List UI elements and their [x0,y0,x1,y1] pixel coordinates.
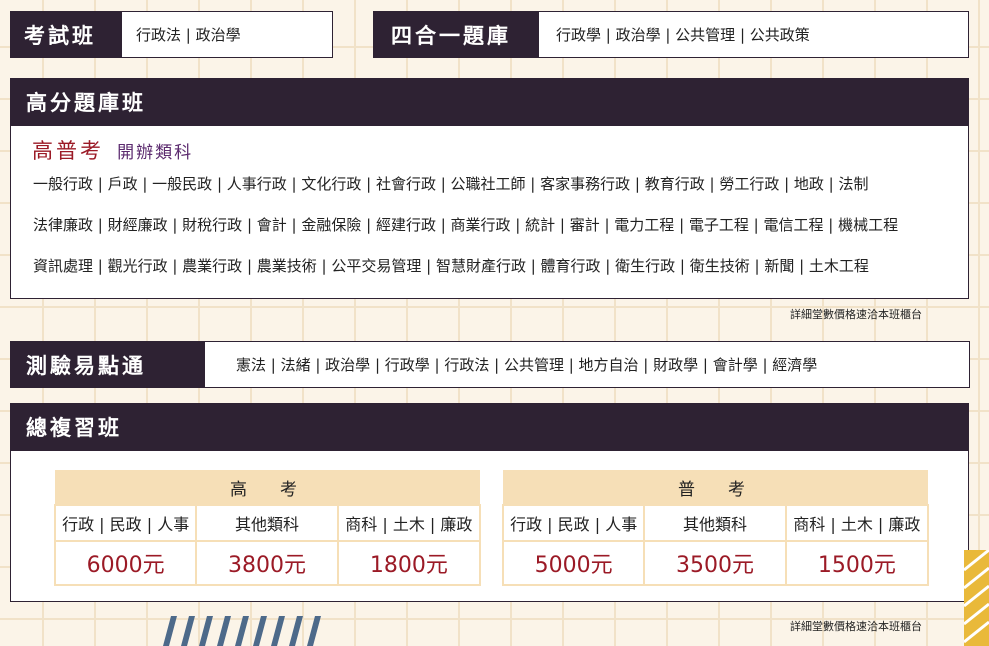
review-title: 總複習班 [10,403,969,451]
quiz-subjects: 憲法 | 法緒 | 政治學 | 行政學 | 行政法 | 公共管理 | 地方自治 … [236,356,818,374]
general-price-2: 3500元 [643,540,787,586]
high-col-3: 商科 | 土木 | 廉政 [336,504,482,542]
general-col-3: 商科 | 土木 | 廉政 [784,504,930,542]
four-in-one-label: 四合一題庫 [373,11,539,58]
stripe-decoration-corner [964,550,989,646]
general-col-1: 行政 | 民政 | 人事 [501,504,646,542]
exam-heading: 高普考 開辦類科 [32,135,193,165]
general-exam-table: 普 考 行政 | 民政 | 人事 其他類科 商科 | 土木 | 廉政 5000元… [501,470,930,586]
high-price-1: 6000元 [53,540,198,586]
category-line-3: 資訊處理 | 觀光行政 | 農業行政 | 農業技術 | 公平交易管理 | 智慧財… [33,257,869,275]
exam-subtitle: 開辦類科 [117,143,194,163]
high-score-note: 詳細堂數價格速洽本班櫃台 [790,308,922,321]
four-in-one-subjects: 行政學 | 政治學 | 公共管理 | 公共政策 [556,26,810,44]
stripe-decoration-bottom [163,616,321,646]
exam-class-subjects: 行政法 | 政治學 [136,26,241,44]
high-col-2: 其他類科 [195,504,339,542]
general-price-3: 1500元 [784,540,930,586]
high-col-1: 行政 | 民政 | 人事 [53,504,198,542]
general-col-2: 其他類科 [643,504,787,542]
category-line-2: 法律廉政 | 財經廉政 | 財稅行政 | 會計 | 金融保險 | 經建行政 | … [33,216,899,234]
high-price-2: 3800元 [195,540,339,586]
exam-class-label: 考試班 [10,11,122,58]
high-exam-name: 高 考 [55,470,480,505]
review-note: 詳細堂數價格速洽本班櫃台 [790,620,922,633]
high-price-3: 1800元 [336,540,482,586]
category-line-1: 一般行政 | 戶政 | 一般民政 | 人事行政 | 文化行政 | 社會行政 | … [33,175,869,193]
exam-name: 高普考 [32,139,104,163]
general-price-1: 5000元 [501,540,646,586]
high-exam-table: 高 考 行政 | 民政 | 人事 其他類科 商科 | 土木 | 廉政 6000元… [53,470,482,586]
quiz-label: 測驗易點通 [10,341,205,388]
high-score-title: 高分題庫班 [10,78,969,126]
general-exam-name: 普 考 [503,470,928,505]
